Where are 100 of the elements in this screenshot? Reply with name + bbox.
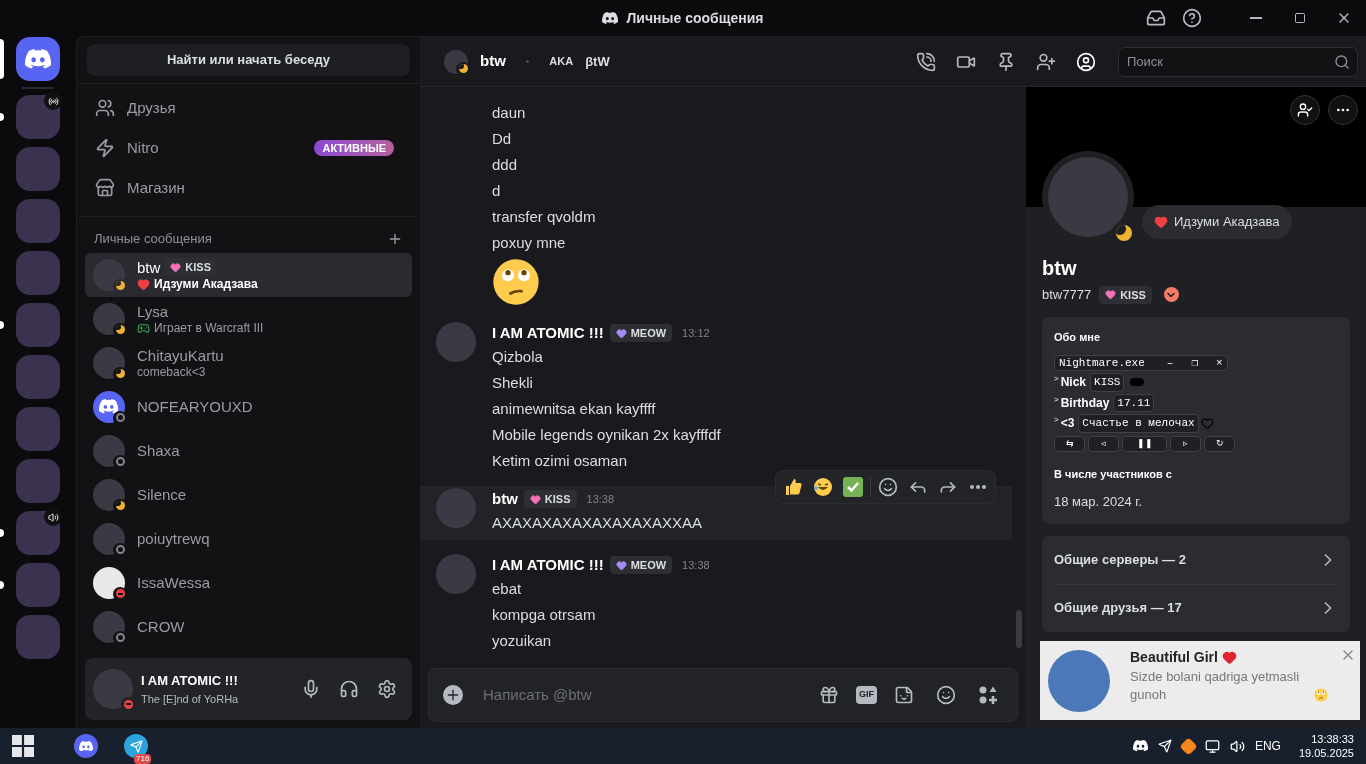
dm-item[interactable]: Silence [85,472,412,517]
discord-logo-icon [99,399,119,414]
separator-dot: • [525,55,530,69]
discord-logo-icon [602,12,619,24]
dm-activity: Идзуми Акадзава [154,276,258,292]
friend-status-button[interactable] [1290,95,1320,125]
laughing-face-icon [813,477,833,497]
dm-item[interactable]: Lysa Играет в Warcraft III [85,296,412,341]
discord-tray-icon [1132,740,1148,752]
mutual-label: Общие друзья — 17 [1054,599,1182,618]
apps-icon [978,685,998,705]
message-text: AXAXAXAXAXAXAXAXAXXAA [492,513,703,533]
notification-toast[interactable]: Beautiful Girl Sizde bolani qadriga yetmasli gunoh [1040,641,1360,720]
profile-name: btw [1042,256,1078,281]
dm-name: poiuytrewq [137,529,210,548]
search-button[interactable]: Найти или начать беседу [87,44,410,76]
pin-icon [996,51,1016,72]
player-button[interactable]: ❚❚ [1122,435,1167,452]
field-value: Счастье в мелочах [1078,414,1199,433]
message-text: transfer qvoldm [492,207,596,227]
message-input[interactable]: Написать @btw [483,683,802,707]
dm-item[interactable]: Shaxa [85,428,412,473]
toast-title: Beautiful Girl [1130,648,1218,667]
field-marker: ˃ [1054,393,1059,406]
dm-item[interactable]: CROW [85,604,412,649]
dm-item[interactable]: poiuytrewq [85,516,412,561]
timestamp: 13:38 [682,557,710,573]
phone-icon [916,51,936,72]
dm-item[interactable]: IssaWessa [85,560,412,605]
nav-label: Nitro [127,137,159,158]
heart-icon [615,327,627,339]
avatar [93,669,133,709]
check-reaction[interactable] [840,474,866,500]
nav-item[interactable]: Друзья [87,90,410,126]
field-marker: ˃ [1054,414,1059,426]
field-label: <3 [1060,415,1075,433]
home-button[interactable] [16,37,60,81]
message-text: daun [492,103,527,123]
nav-item[interactable]: Магазин [87,170,410,206]
friends-icon [95,98,115,118]
nitro-badge: АКТИВНЫЕ [314,140,394,156]
attach-icon[interactable] [443,685,463,705]
unread-badge: 716 [134,754,152,764]
broadcast-icon [44,92,62,110]
smiley-icon [878,477,898,497]
user-name: I AM ATOMIC !!! [141,672,239,690]
user-tag: MEOW [609,324,673,342]
dm-name: IssaWessa [137,573,211,592]
field-label: Birthday [1060,394,1110,412]
dm-name: btw [137,257,161,277]
microphone-icon [301,679,321,699]
field-marker: ˃ [1054,373,1059,385]
clock-time: 13:38:33 [1311,732,1354,746]
eye-roll-emoji-icon [492,258,540,306]
player-button[interactable]: ⇆ [1054,435,1085,452]
volume-icon [1229,738,1245,754]
player-button[interactable]: ◃ [1088,435,1119,452]
inbox-icon [1146,8,1166,28]
add-user-icon [1036,51,1056,72]
mutual-row[interactable]: Общие серверы — 2 [1054,535,1338,584]
settings-icon [377,679,397,699]
message-text: Dd [492,129,513,149]
heart-icon [529,493,541,505]
heart-outline-icon [1200,416,1214,430]
mutual-label: Общие серверы — 2 [1054,550,1186,569]
search-field[interactable]: Поиск [1118,46,1358,77]
custom-status-text: Идзуми Акадзава [1174,213,1280,232]
search-icon [1334,53,1350,70]
member-since-date: 18 мар. 2024 г. [1054,493,1143,511]
profile-username: btw7777 [1042,286,1092,304]
telegram-taskbar-icon[interactable] [124,734,148,758]
user-status-text: The [E]nd of YoRHa [141,691,239,707]
dm-item[interactable]: NOFEARYOUXD [85,384,412,429]
gif-button[interactable]: GIF [856,686,877,704]
pleading-face-icon [1314,688,1328,702]
dm-name: Silence [137,485,187,504]
help-icon [1182,8,1202,28]
author-name: I AM ATOMIC !!! [492,322,604,343]
discord-taskbar-icon[interactable] [74,734,98,758]
toast-text: Sizde bolani qadriga yetmasli gunoh [1130,668,1301,704]
player-button[interactable]: ↻ [1204,435,1235,452]
dm-item[interactable]: btw KISS Идзуми Акадзава [85,252,412,297]
message-text: Qizbola [492,347,544,367]
nav-item[interactable]: Nitro АКТИВНЫЕ [87,130,410,166]
nav-label: Друзья [127,97,176,118]
dm-item[interactable]: ChitayuKartu comeback<3 [85,340,412,385]
avatar [93,610,125,643]
network-icon [1204,738,1220,754]
message-text: ddd [492,155,519,175]
mutual-row[interactable]: Общие друзья — 17 [1054,583,1338,632]
message-text: Shekli [492,373,534,393]
window-control: – [1166,354,1174,372]
section-heading: Личные сообщения [94,230,212,248]
dm-activity: comeback<3 [137,364,206,380]
nav-label: Магазин [127,177,185,198]
player-button[interactable]: ▹ [1170,435,1201,452]
windows-start-icon[interactable] [12,735,34,757]
heart-icon [1154,215,1168,229]
dm-name: NOFEARYOUXD [137,397,253,416]
avatar [436,322,476,362]
